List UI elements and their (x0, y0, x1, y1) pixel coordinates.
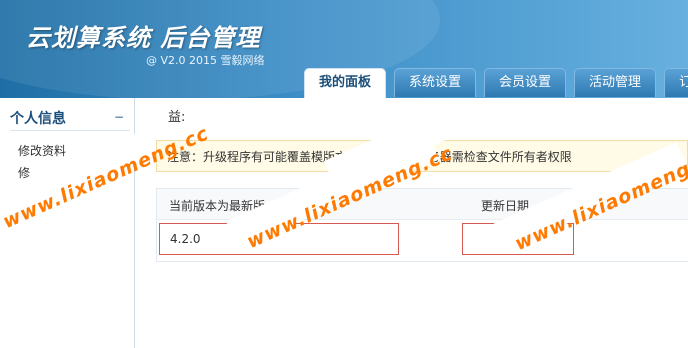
sidebar-heading-label: 个人信息 (10, 111, 66, 127)
tab-orders[interactable]: 订单 (664, 68, 688, 97)
header-banner: 云划算系统 后台管理 @ V2.0 2015 雪毅网络 我的面板 系统设置 会员… (0, 0, 688, 98)
sidebar-heading: 个人信息 − (10, 108, 130, 131)
tab-my-panel[interactable]: 我的面板 (304, 68, 387, 98)
top-nav: 我的面板 系统设置 会员设置 活动管理 订单 (304, 68, 688, 98)
tab-activity-management[interactable]: 活动管理 (574, 68, 657, 97)
sidebar-item-edit-profile[interactable]: 修改资料 (18, 142, 66, 159)
block-title: 益: (168, 110, 186, 125)
app-title: 云划算系统 后台管理 (26, 24, 261, 52)
tab-system-settings[interactable]: 系统设置 (394, 68, 477, 97)
app-subtitle: @ V2.0 2015 雪毅网络 (146, 54, 265, 67)
sidebar-item-second[interactable]: 修 (18, 164, 30, 181)
tab-member-settings[interactable]: 会员设置 (484, 68, 567, 97)
collapse-icon[interactable]: − (114, 110, 124, 124)
